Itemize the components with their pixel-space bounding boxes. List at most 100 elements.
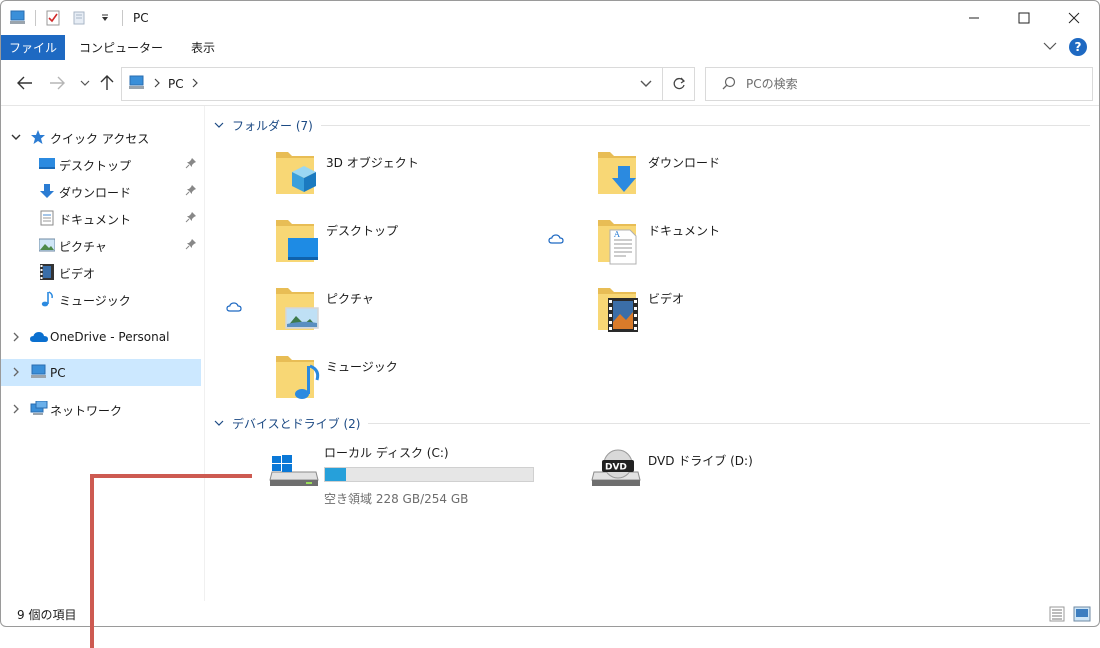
new-folder-icon[interactable] [70,9,88,27]
breadcrumb-pc[interactable]: PC [168,77,184,91]
item-count: 9 個の項目 [17,607,77,622]
ribbon-tabs: ファイル コンピューター 表示 ? [1,35,1099,60]
svg-text:A: A [613,230,620,239]
pin-icon[interactable] [185,157,197,172]
documents-folder-icon: A [598,220,637,265]
ribbon-right: ? [1043,38,1087,56]
nav-label: ドキュメント [59,213,132,227]
cloud-sync-icon [548,233,564,248]
toolbar-separator [122,10,123,26]
nav-label: ダウンロード [59,186,132,200]
nav-item-desktop[interactable]: デスクトップ [1,151,201,177]
nav-item-pictures[interactable]: ピクチャ [1,232,201,258]
picture-icon [39,237,55,253]
chevron-down-icon[interactable] [214,419,226,427]
chevron-down-icon[interactable] [11,131,21,143]
pc-icon [30,364,48,380]
expand-ribbon-icon[interactable] [1043,40,1057,54]
onedrive-icon [29,329,49,345]
network-icon [30,401,48,417]
folder-desktop[interactable]: デスクトップ [274,214,574,274]
address-bar[interactable]: PC [121,67,695,101]
svg-text:DVD: DVD [605,463,627,473]
download-icon [39,183,55,199]
up-button[interactable] [97,73,117,93]
nav-item-documents[interactable]: ドキュメント [1,205,201,231]
pin-icon[interactable] [185,238,197,253]
nav-item-videos[interactable]: ビデオ [1,259,201,285]
minimize-button[interactable] [949,1,999,35]
folders-group-header[interactable]: フォルダー (7) [214,115,1092,135]
refresh-button[interactable] [662,68,694,100]
folder-music[interactable]: ミュージック [274,350,574,410]
title-bar: PC [1,1,1099,35]
details-view-icon[interactable] [1049,606,1065,625]
large-icons-view-icon[interactable] [1073,606,1091,625]
tab-file[interactable]: ファイル [1,35,65,60]
nav-pc[interactable]: PC [1,359,201,386]
chevron-right-icon[interactable] [154,77,160,91]
document-icon [39,210,55,226]
customize-toolbar-icon[interactable] [96,9,114,27]
toolbar-separator [35,10,36,26]
chevron-right-icon[interactable] [192,77,198,91]
drive-label: ローカル ディスク (C:) [324,446,449,460]
nav-quick-access[interactable]: クイック アクセス [1,124,201,150]
drive-dvd-d[interactable]: DVD DVD ドライブ (D:) [590,442,890,502]
maximize-button[interactable] [999,1,1049,35]
nav-label: PC [50,366,66,380]
chevron-down-icon[interactable] [214,121,226,129]
folder-pictures[interactable]: ピクチャ [274,282,574,342]
nav-label: クイック アクセス [50,132,150,146]
pc-icon [9,9,27,27]
folder-videos[interactable]: ビデオ [596,282,896,342]
chevron-right-icon[interactable] [11,403,21,415]
nav-onedrive[interactable]: OneDrive - Personal [1,324,201,350]
tab-view[interactable]: 表示 [177,35,229,60]
nav-item-music[interactable]: ミュージック [1,286,201,312]
nav-label: ビデオ [59,267,96,281]
videos-folder-icon [598,288,638,332]
nav-item-downloads[interactable]: ダウンロード [1,178,201,204]
star-icon [30,129,46,145]
chevron-right-icon[interactable] [11,331,21,343]
devices-group-header[interactable]: デバイスとドライブ (2) [214,413,1092,433]
folder-label: ビデオ [648,292,685,306]
recent-locations-button[interactable] [75,73,95,93]
folder-label: デスクトップ [326,224,399,238]
quick-access-toolbar: PC [1,1,149,35]
pin-icon[interactable] [185,211,197,226]
music-folder-icon [276,356,320,399]
annotation-line-vertical [90,474,94,648]
properties-icon[interactable] [44,9,62,27]
drive-free-space: 空き領域 228 GB/254 GB [324,492,469,506]
tab-computer[interactable]: コンピューター [65,35,177,60]
desktop-icon [39,156,55,172]
nav-label: デスクトップ [59,159,132,173]
folder-3d-objects[interactable]: 3D オブジェクト [274,146,574,206]
folder-label: ピクチャ [326,292,374,306]
back-button[interactable] [15,73,35,93]
drive-label: DVD ドライブ (D:) [648,454,753,468]
folder-documents[interactable]: A ドキュメント [596,214,896,274]
view-buttons [1049,606,1091,625]
nav-network[interactable]: ネットワーク [1,396,201,422]
group-title: フォルダー (7) [232,118,313,133]
chevron-right-icon[interactable] [11,366,21,378]
help-icon[interactable]: ? [1069,38,1087,56]
close-button[interactable] [1049,1,1099,35]
3d-objects-icon [276,152,316,194]
folder-downloads[interactable]: ダウンロード [596,146,896,206]
desktop-folder-icon [276,220,318,262]
search-input[interactable] [746,77,1066,91]
drive-local-disk-c[interactable]: ローカル ディスク (C:) 空き領域 228 GB/254 GB [268,442,568,506]
annotation-line-horizontal [90,474,252,478]
dvd-drive-icon: DVD [591,449,641,486]
window-controls [949,1,1099,35]
breadcrumb: PC [122,75,198,94]
pin-icon[interactable] [185,184,197,199]
nav-label: ミュージック [59,294,131,308]
address-dropdown-icon[interactable] [640,77,652,91]
forward-button[interactable] [47,73,67,93]
video-icon [39,264,55,280]
